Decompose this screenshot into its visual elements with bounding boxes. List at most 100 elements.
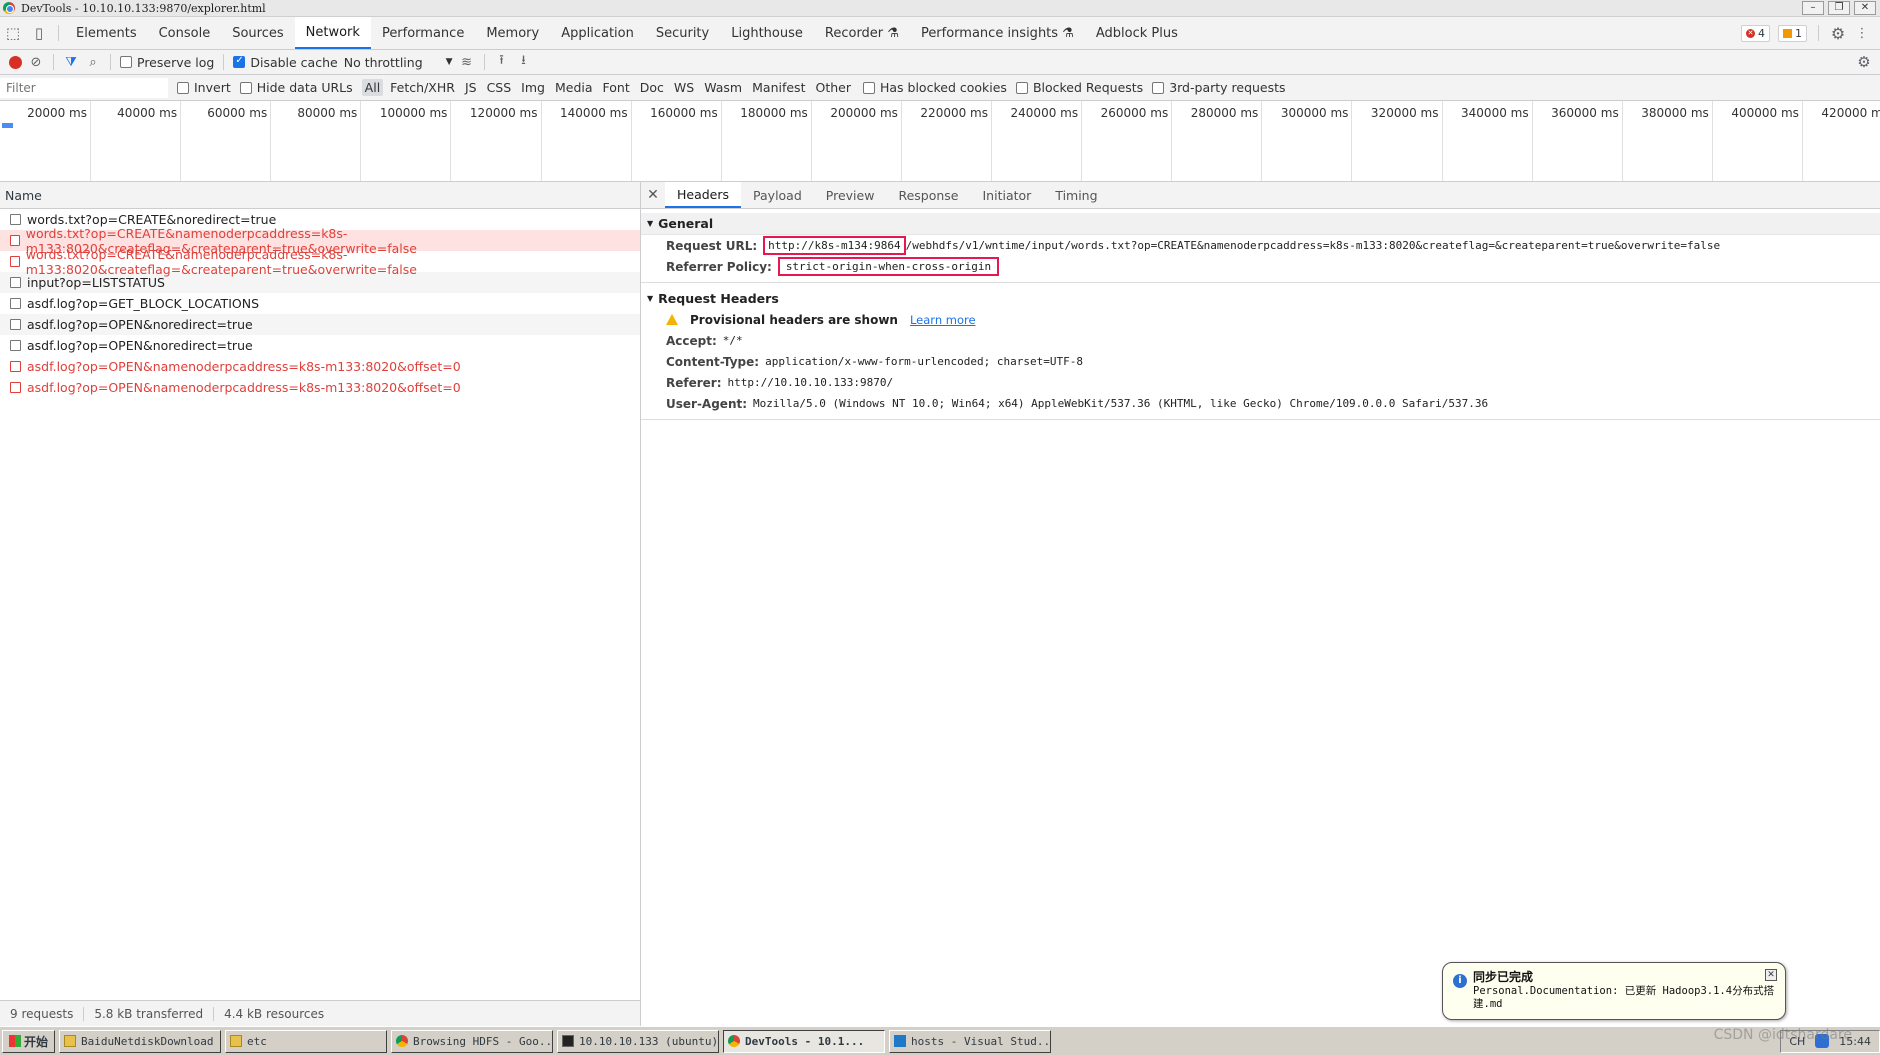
has-blocked-cookies-checkbox[interactable]: Has blocked cookies [862, 80, 1007, 95]
filter-type-ws[interactable]: WS [671, 79, 697, 96]
tab-performance-insights[interactable]: Performance insights ⚗ [910, 17, 1085, 49]
filter-type-other[interactable]: Other [812, 79, 854, 96]
close-detail-icon[interactable]: ✕ [641, 182, 665, 208]
notification-close-icon[interactable]: ✕ [1765, 969, 1777, 981]
detail-tab-timing[interactable]: Timing [1043, 182, 1109, 208]
taskbar-item[interactable]: etc [225, 1029, 388, 1053]
warning-badge[interactable]: 1 [1778, 24, 1807, 42]
row-checkbox[interactable] [10, 382, 21, 393]
header-row: Content-Type: application/x-www-form-urle… [641, 351, 1880, 372]
restore-button[interactable]: ❐ [1828, 1, 1850, 15]
tab-sources[interactable]: Sources [221, 17, 294, 49]
name-column-header[interactable]: Name [0, 182, 640, 209]
more-options-icon[interactable]: ⋮ [1854, 26, 1870, 41]
row-checkbox[interactable] [10, 361, 21, 372]
warning-icon [1783, 28, 1792, 38]
row-checkbox[interactable] [10, 235, 20, 246]
detail-tab-response[interactable]: Response [886, 182, 970, 208]
blocked-requests-checkbox[interactable]: Blocked Requests [1015, 80, 1143, 95]
request-rows: words.txt?op=CREATE&noredirect=true words… [0, 209, 640, 398]
export-har-icon[interactable]: ⭳ [516, 51, 532, 73]
learn-more-link[interactable]: Learn more [910, 313, 976, 327]
device-toolbar-icon[interactable]: ▯ [26, 17, 52, 49]
invert-checkbox[interactable]: Invert [177, 80, 231, 95]
timeline-tick-label: 360000 ms [1551, 106, 1619, 120]
filter-type-fetch-xhr[interactable]: Fetch/XHR [387, 79, 458, 96]
request-headers-section: Provisional headers are shown Learn more… [641, 309, 1880, 420]
import-har-icon[interactable]: ⭱ [494, 51, 510, 73]
taskbar-item-label: etc [247, 1034, 267, 1048]
taskbar-item[interactable]: Browsing HDFS - Goo... [391, 1029, 554, 1053]
request-row[interactable]: asdf.log?op=OPEN&noredirect=true [0, 314, 640, 335]
search-icon[interactable]: ⌕ [85, 55, 101, 70]
tab-elements[interactable]: Elements [65, 17, 148, 49]
tab-network[interactable]: Network [294, 17, 371, 49]
taskbar-item[interactable]: hosts - Visual Stud... [889, 1029, 1052, 1053]
hide-data-urls-checkbox[interactable]: Hide data URLs [239, 80, 353, 95]
timeline-tick-label: 20000 ms [27, 106, 87, 120]
detail-tab-headers[interactable]: Headers [665, 182, 742, 208]
request-row[interactable]: asdf.log?op=GET_BLOCK_LOCATIONS [0, 293, 640, 314]
sync-notification[interactable]: i ✕ 同步已完成 Personal.Documentation: 已更新 Ha… [1442, 962, 1786, 1020]
request-row[interactable]: words.txt?op=CREATE&namenoderpcaddress=k… [0, 247, 640, 277]
detail-tab-initiator[interactable]: Initiator [971, 182, 1044, 208]
disable-cache-checkbox[interactable]: Disable cache [233, 55, 338, 70]
header-key: Content-Type: [666, 354, 760, 369]
tab-lighthouse[interactable]: Lighthouse [720, 17, 814, 49]
filter-type-manifest[interactable]: Manifest [749, 79, 808, 96]
timeline-tick-label: 400000 ms [1731, 106, 1799, 120]
taskbar-item[interactable]: 10.10.10.133 (ubuntu) [557, 1029, 720, 1053]
filter-type-media[interactable]: Media [552, 79, 596, 96]
record-button[interactable] [9, 55, 22, 69]
filter-icon[interactable]: ⧩ [63, 55, 79, 70]
devtools-tab-strip: ⬚ ▯ Elements Console Sources Network Perform… [0, 17, 1880, 50]
close-button[interactable]: ✕ [1854, 1, 1876, 15]
timeline-overview[interactable]: 20000 ms 40000 ms 60000 ms 80000 ms 100000 m… [0, 101, 1880, 182]
row-checkbox[interactable] [10, 214, 21, 225]
third-party-requests-checkbox[interactable]: 3rd-party requests [1152, 80, 1286, 95]
detail-tab-preview[interactable]: Preview [814, 182, 887, 208]
error-badge[interactable]: ✕ 4 [1741, 24, 1770, 42]
filter-type-all[interactable]: All [361, 79, 384, 96]
tab-security[interactable]: Security [645, 17, 720, 49]
filter-input[interactable] [0, 77, 168, 98]
row-checkbox[interactable] [10, 298, 21, 309]
preserve-log-checkbox[interactable]: Preserve log [120, 55, 214, 70]
filter-type-img[interactable]: Img [518, 79, 548, 96]
taskbar-item[interactable]: DevTools - 10.1... [723, 1029, 886, 1053]
filter-type-wasm[interactable]: Wasm [701, 79, 745, 96]
filter-type-js[interactable]: JS [462, 79, 480, 96]
network-settings-gear-icon[interactable]: ⚙ [1856, 53, 1872, 71]
general-section-header[interactable]: ▼ General [641, 213, 1880, 235]
filter-type-font[interactable]: Font [600, 79, 633, 96]
network-conditions-icon[interactable]: ≋ [459, 55, 475, 70]
row-checkbox[interactable] [10, 277, 21, 288]
row-checkbox[interactable] [10, 256, 20, 267]
request-row[interactable]: asdf.log?op=OPEN&namenoderpcaddress=k8s-… [0, 377, 640, 398]
row-checkbox[interactable] [10, 340, 21, 351]
header-key: Accept: [666, 333, 717, 348]
request-headers-section-header[interactable]: ▼ Request Headers [641, 287, 1880, 309]
tab-memory[interactable]: Memory [475, 17, 550, 49]
filter-type-css[interactable]: CSS [484, 79, 515, 96]
request-row[interactable]: asdf.log?op=OPEN&namenoderpcaddress=k8s-… [0, 356, 640, 377]
clear-icon[interactable]: ⊘ [28, 55, 44, 70]
settings-gear-icon[interactable]: ⚙ [1830, 24, 1846, 43]
inspect-element-icon[interactable]: ⬚ [0, 17, 26, 49]
detail-tab-payload[interactable]: Payload [741, 182, 814, 208]
minimize-button[interactable]: – [1802, 1, 1824, 15]
taskbar-item[interactable]: BaiduNetdiskDownload [59, 1029, 222, 1053]
tab-application[interactable]: Application [550, 17, 645, 49]
filter-type-doc[interactable]: Doc [637, 79, 667, 96]
tab-console[interactable]: Console [148, 17, 222, 49]
tab-adblock-plus[interactable]: Adblock Plus [1085, 17, 1189, 49]
tab-recorder[interactable]: Recorder ⚗ [814, 17, 910, 49]
row-checkbox[interactable] [10, 319, 21, 330]
tab-performance[interactable]: Performance [371, 17, 475, 49]
throttling-select[interactable]: No throttling ▼ [344, 55, 453, 70]
request-row[interactable]: asdf.log?op=OPEN&noredirect=true [0, 335, 640, 356]
timeline-gridline [1171, 101, 1173, 181]
request-name: asdf.log?op=OPEN&noredirect=true [27, 317, 253, 332]
start-button[interactable]: 开始 [2, 1029, 56, 1053]
notification-body: Personal.Documentation: 已更新 Hadoop3.1.4分… [1473, 985, 1775, 1010]
